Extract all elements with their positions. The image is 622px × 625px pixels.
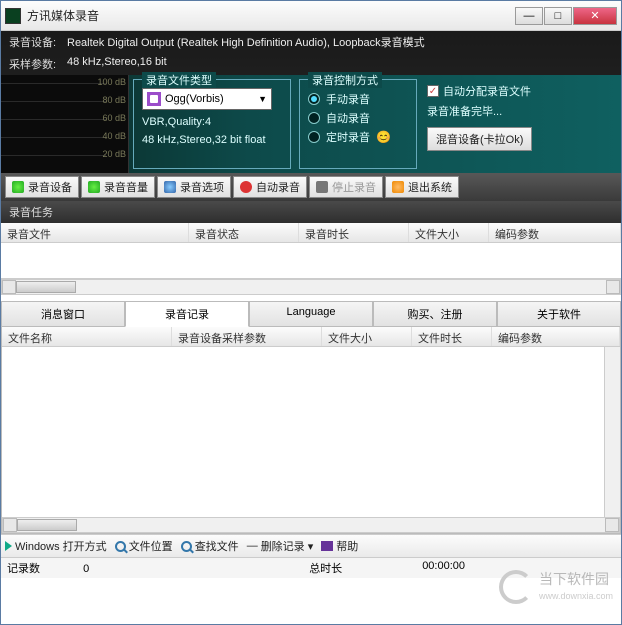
minimize-button[interactable]: —	[515, 7, 543, 25]
disk-icon	[147, 92, 161, 106]
record-icon	[240, 181, 252, 193]
quality-text: VBR,Quality:4	[142, 116, 282, 128]
scroll-left-icon[interactable]	[3, 518, 17, 532]
tab-messages[interactable]: 消息窗口	[1, 301, 125, 327]
app-icon	[5, 8, 21, 24]
device-label: 录音设备:	[9, 34, 67, 50]
close-button[interactable]: ✕	[573, 7, 617, 25]
volume-icon	[88, 181, 100, 193]
control-legend: 录音控制方式	[308, 72, 382, 88]
record-list-body	[2, 347, 620, 517]
chevron-down-icon: ▼	[258, 94, 267, 104]
play-icon	[5, 541, 12, 551]
file-type-selected: Ogg(Vorbis)	[165, 93, 224, 105]
status-bar: 记录数 0 总时长 00:00:00	[1, 557, 621, 578]
exit-icon	[392, 181, 404, 193]
dur-label: 总时长	[309, 563, 342, 575]
task-list-body	[1, 243, 621, 279]
bottom-toolbar: Windows 打开方式 文件位置 查找文件 —删除记录▾ 帮助	[1, 534, 621, 557]
tool-stop[interactable]: 停止录音	[309, 176, 383, 198]
stop-icon	[316, 181, 328, 193]
device-icon	[12, 181, 24, 193]
tab-language[interactable]: Language	[249, 301, 373, 327]
radio-icon	[308, 131, 320, 143]
chevron-down-icon: ▾	[308, 540, 314, 553]
ready-status: 录音准备完毕...	[427, 103, 532, 119]
radio-manual[interactable]: 手动录音	[308, 91, 408, 107]
titlebar: 方讯媒体录音 — □ ✕	[1, 1, 621, 31]
search-icon	[115, 541, 126, 552]
record-vscroll[interactable]	[604, 347, 620, 517]
mix-device-button[interactable]: 混音设备(卡拉Ok)	[427, 127, 532, 151]
task-hscroll[interactable]	[1, 279, 621, 295]
count-label: 记录数	[7, 563, 40, 575]
tasks-title: 录音任务	[1, 201, 621, 223]
rec-col-name[interactable]: 文件名称	[2, 327, 172, 346]
radio-timed[interactable]: 定时录音😊	[308, 129, 408, 145]
task-col-file[interactable]: 录音文件	[1, 223, 189, 242]
file-type-group: 录音文件类型 Ogg(Vorbis) ▼ VBR,Quality:4 48 kH…	[133, 79, 291, 169]
radio-auto[interactable]: 自动录音	[308, 110, 408, 126]
radio-icon	[308, 93, 320, 105]
checkbox-icon: ✓	[427, 85, 439, 97]
rec-col-sample[interactable]: 录音设备采样参数	[172, 327, 322, 346]
task-columns: 录音文件 录音状态 录音时长 文件大小 编码参数	[1, 223, 621, 243]
smiley-icon: 😊	[376, 130, 391, 144]
help-button[interactable]: 帮助	[321, 538, 358, 554]
format-text: 48 kHz,Stereo,32 bit float	[142, 134, 282, 146]
tab-about[interactable]: 关于软件	[497, 301, 621, 327]
search-icon	[181, 541, 192, 552]
task-col-state[interactable]: 录音状态	[189, 223, 299, 242]
sample-label: 采样参数:	[9, 56, 67, 72]
record-columns: 文件名称 录音设备采样参数 文件大小 文件时长 编码参数	[2, 327, 620, 347]
scroll-right-icon[interactable]	[605, 518, 619, 532]
task-col-enc[interactable]: 编码参数	[489, 223, 621, 242]
tool-options[interactable]: 录音选项	[157, 176, 231, 198]
sample-value: 48 kHz,Stereo,16 bit	[67, 56, 167, 72]
file-location-button[interactable]: 文件位置	[115, 538, 173, 554]
file-type-legend: 录音文件类型	[142, 72, 216, 88]
rec-col-dur[interactable]: 文件时长	[412, 327, 492, 346]
scroll-thumb[interactable]	[17, 519, 77, 531]
scroll-thumb[interactable]	[16, 281, 76, 293]
file-type-combo[interactable]: Ogg(Vorbis) ▼	[142, 88, 272, 110]
tool-exit[interactable]: 退出系统	[385, 176, 459, 198]
options-icon	[164, 181, 176, 193]
dur-value: 00:00:00	[422, 560, 465, 576]
auto-alloc-checkbox[interactable]: ✓自动分配录音文件	[427, 83, 532, 99]
main-toolbar: 录音设备 录音音量 录音选项 自动录音 停止录音 退出系统	[1, 173, 621, 201]
device-value: Realtek Digital Output (Realtek High Def…	[67, 34, 425, 50]
record-hscroll[interactable]	[2, 517, 620, 533]
task-col-dur[interactable]: 录音时长	[299, 223, 409, 242]
find-file-button[interactable]: 查找文件	[181, 538, 239, 554]
tool-volume[interactable]: 录音音量	[81, 176, 155, 198]
book-icon	[321, 541, 333, 551]
open-with-button[interactable]: Windows 打开方式	[5, 538, 107, 554]
task-col-size[interactable]: 文件大小	[409, 223, 489, 242]
control-mode-group: 录音控制方式 手动录音 自动录音 定时录音😊	[299, 79, 417, 169]
delete-record-button[interactable]: —删除记录▾	[247, 538, 314, 554]
rec-col-enc[interactable]: 编码参数	[492, 327, 620, 346]
minus-icon: —	[247, 540, 258, 552]
tab-purchase[interactable]: 购买、注册	[373, 301, 497, 327]
maximize-button[interactable]: □	[544, 7, 572, 25]
count-value: 0	[83, 563, 89, 575]
tool-auto-record[interactable]: 自动录音	[233, 176, 307, 198]
rec-col-size[interactable]: 文件大小	[322, 327, 412, 346]
tool-device[interactable]: 录音设备	[5, 176, 79, 198]
scroll-left-icon[interactable]	[2, 280, 16, 294]
scroll-right-icon[interactable]	[606, 280, 620, 294]
radio-icon	[308, 112, 320, 124]
tab-records[interactable]: 录音记录	[125, 301, 249, 327]
level-meter: 100 dB 80 dB 60 dB 40 dB 20 dB	[1, 75, 129, 173]
tab-bar: 消息窗口 录音记录 Language 购买、注册 关于软件	[1, 301, 621, 327]
window-title: 方讯媒体录音	[27, 7, 515, 24]
